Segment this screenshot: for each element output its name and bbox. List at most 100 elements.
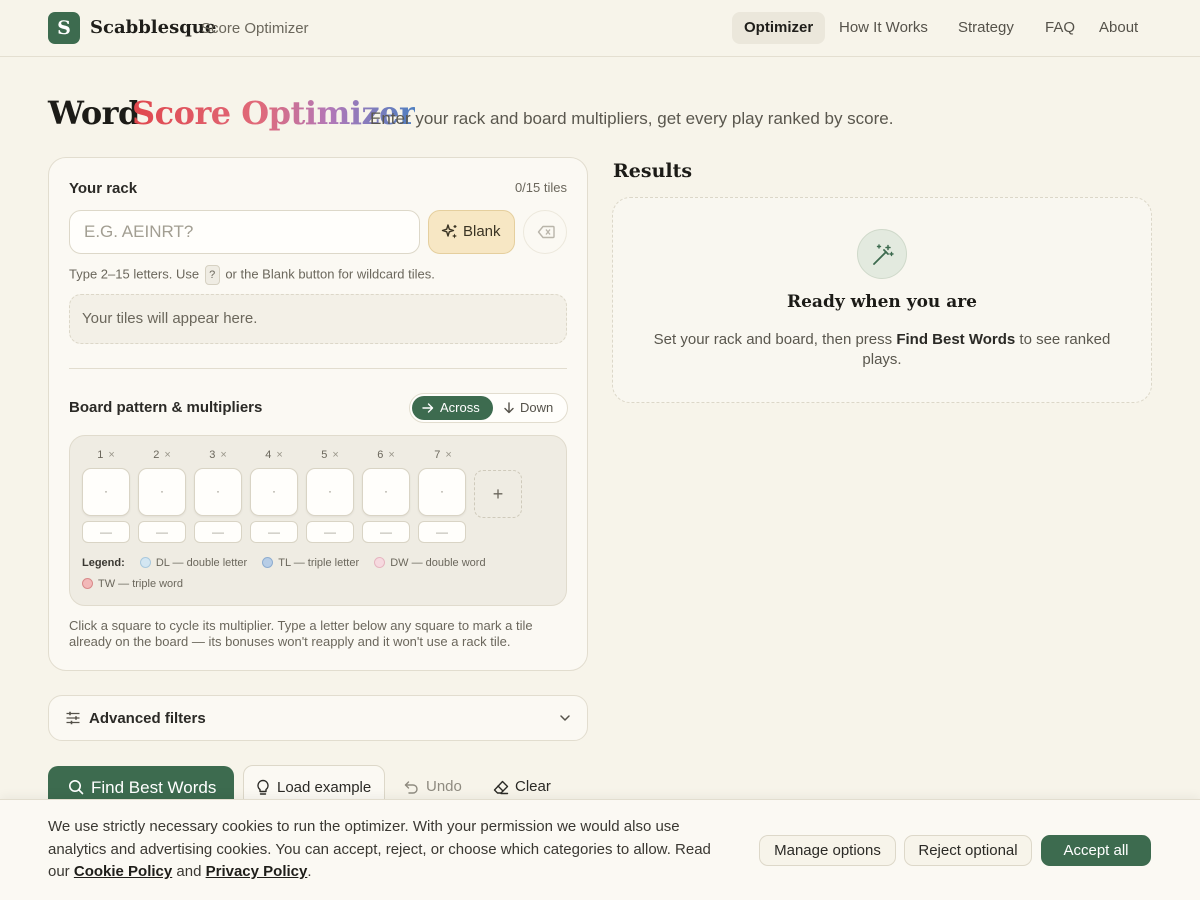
hint-text-start: Type 2–15 letters. Use <box>69 266 200 282</box>
load-example-label: Load example <box>277 779 372 796</box>
brand-name[interactable]: Scabblesque <box>90 17 216 38</box>
column-number: 1 <box>97 449 104 461</box>
tile-count: 0/15 tiles <box>514 180 567 195</box>
column-number: 4 <box>265 449 272 461</box>
empty-text-start: Set your rack and board, then press <box>653 331 893 348</box>
clear-button[interactable]: Clear <box>493 778 555 798</box>
tiles-preview: Your tiles will appear here. <box>69 294 567 344</box>
remove-column-icon[interactable]: × <box>388 449 394 461</box>
nav-about[interactable]: About <box>1087 12 1150 44</box>
column-number: 7 <box>434 449 441 461</box>
manage-options-button[interactable]: Manage options <box>759 835 896 866</box>
empty-text-strong: Find Best Words <box>896 331 1016 348</box>
multiplier-legend: Legend: DL — double letter TL — triple l… <box>82 557 498 569</box>
wildcard-key: ? <box>204 265 220 285</box>
column-header: 6 × <box>362 449 410 461</box>
clear-label: Clear <box>515 778 551 795</box>
backspace-icon <box>537 225 555 239</box>
lightbulb-icon <box>257 779 269 795</box>
rack-input[interactable] <box>69 210 420 254</box>
column-header: 4 × <box>250 449 298 461</box>
undo-icon <box>404 781 418 794</box>
board-help-text: Click a square to cycle its multiplier. … <box>69 618 533 649</box>
search-icon <box>69 780 84 795</box>
remove-column-icon[interactable]: × <box>108 449 114 461</box>
nav-how-it-works[interactable]: How It Works <box>827 12 940 44</box>
remove-column-icon[interactable]: × <box>164 449 170 461</box>
results-empty-state: Ready when you are Set your rack and boa… <box>612 197 1152 403</box>
remove-column-icon[interactable]: × <box>276 449 282 461</box>
remove-column-icon[interactable]: × <box>332 449 338 461</box>
nav-optimizer[interactable]: Optimizer <box>732 12 826 44</box>
empty-state-heading: Ready when you are <box>786 292 977 312</box>
column-number: 5 <box>321 449 328 461</box>
board-square[interactable]: · <box>362 468 410 516</box>
board-square[interactable]: · <box>250 468 298 516</box>
cookie-policy-link[interactable]: Cookie Policy <box>74 863 172 880</box>
board-square[interactable]: · <box>82 468 130 516</box>
arrow-right-icon <box>422 403 434 413</box>
board-label: Board pattern & multipliers <box>69 399 263 416</box>
board-pattern: 1 × 2 × 3 × 4 × 5 × 6 × 7 × · · · · · · · + — —… <box>69 435 567 606</box>
arrow-down-icon <box>504 402 514 414</box>
accept-all-button[interactable]: Accept all <box>1041 835 1151 866</box>
remove-column-icon[interactable]: × <box>220 449 226 461</box>
sliders-icon <box>66 711 80 725</box>
nav-faq[interactable]: FAQ <box>1033 12 1087 44</box>
rack-hint: Type 2–15 letters. Use ? or the Blank bu… <box>69 265 435 285</box>
board-letter-input[interactable]: — <box>82 521 130 543</box>
rack-label: Your rack <box>69 180 138 197</box>
input-card: Your rack 0/15 tiles Blank Type 2–15 let… <box>48 157 588 671</box>
down-label: Down <box>520 400 554 415</box>
empty-state-text: Set your rack and board, then press Find… <box>643 330 1121 370</box>
dw-swatch <box>374 557 386 568</box>
column-number: 6 <box>377 449 384 461</box>
direction-toggle: Across Down <box>409 393 568 423</box>
tw-swatch <box>82 578 93 589</box>
reject-optional-button[interactable]: Reject optional <box>904 835 1032 866</box>
legend-text: DW — double word <box>390 557 486 569</box>
undo-label: Undo <box>426 778 462 795</box>
direction-down-button[interactable]: Down <box>500 396 566 420</box>
board-letter-input[interactable]: — <box>418 521 466 543</box>
logo-mark[interactable]: S <box>48 12 80 44</box>
privacy-policy-link[interactable]: Privacy Policy <box>206 863 308 880</box>
remove-column-icon[interactable]: × <box>445 449 451 461</box>
board-square[interactable]: · <box>418 468 466 516</box>
advanced-filters-toggle[interactable]: Advanced filters <box>48 695 588 741</box>
cookie-banner: We use strictly necessary cookies to run… <box>0 799 1200 900</box>
board-letter-input[interactable]: — <box>250 521 298 543</box>
nav-strategy[interactable]: Strategy <box>946 12 1026 44</box>
hint-text-end: or the Blank button for wildcard tiles. <box>225 266 435 282</box>
legend-text: TL — triple letter <box>278 557 360 569</box>
blank-tile-button[interactable]: Blank <box>428 210 515 254</box>
magic-wand-svg <box>873 244 894 265</box>
board-letter-input[interactable]: — <box>362 521 410 543</box>
board-square[interactable]: · <box>138 468 186 516</box>
add-square-button[interactable]: + <box>474 470 522 518</box>
board-letter-input[interactable]: — <box>138 521 186 543</box>
board-square[interactable]: · <box>306 468 354 516</box>
blank-button-label: Blank <box>463 223 501 240</box>
advanced-filters-label: Advanced filters <box>89 710 206 727</box>
direction-across-button[interactable]: Across <box>412 396 493 420</box>
multiplier-legend-row-2: TW — triple word <box>82 578 195 590</box>
top-navigation: S Scabblesque Score Optimizer Optimizer … <box>0 0 1200 57</box>
dl-swatch <box>139 557 151 568</box>
brand-subtitle: Score Optimizer <box>201 20 309 37</box>
board-letter-input[interactable]: — <box>306 521 354 543</box>
legend-text: TW — triple word <box>98 578 183 590</box>
column-header: 7 × <box>419 449 467 461</box>
backspace-button[interactable] <box>523 210 567 254</box>
legend-text: DL — double letter <box>155 557 248 569</box>
results-title: Results <box>613 160 693 182</box>
board-letter-input[interactable]: — <box>194 521 242 543</box>
undo-button[interactable]: Undo <box>404 778 466 798</box>
board-square[interactable]: · <box>194 468 242 516</box>
cookie-period: . <box>307 863 312 880</box>
legend-item-tw: TW — triple word <box>82 578 183 590</box>
cookie-and: and <box>176 863 202 880</box>
cookie-message: We use strictly necessary cookies to run… <box>48 816 728 884</box>
sparkle-icon <box>441 224 457 239</box>
column-header: 3 × <box>194 449 242 461</box>
